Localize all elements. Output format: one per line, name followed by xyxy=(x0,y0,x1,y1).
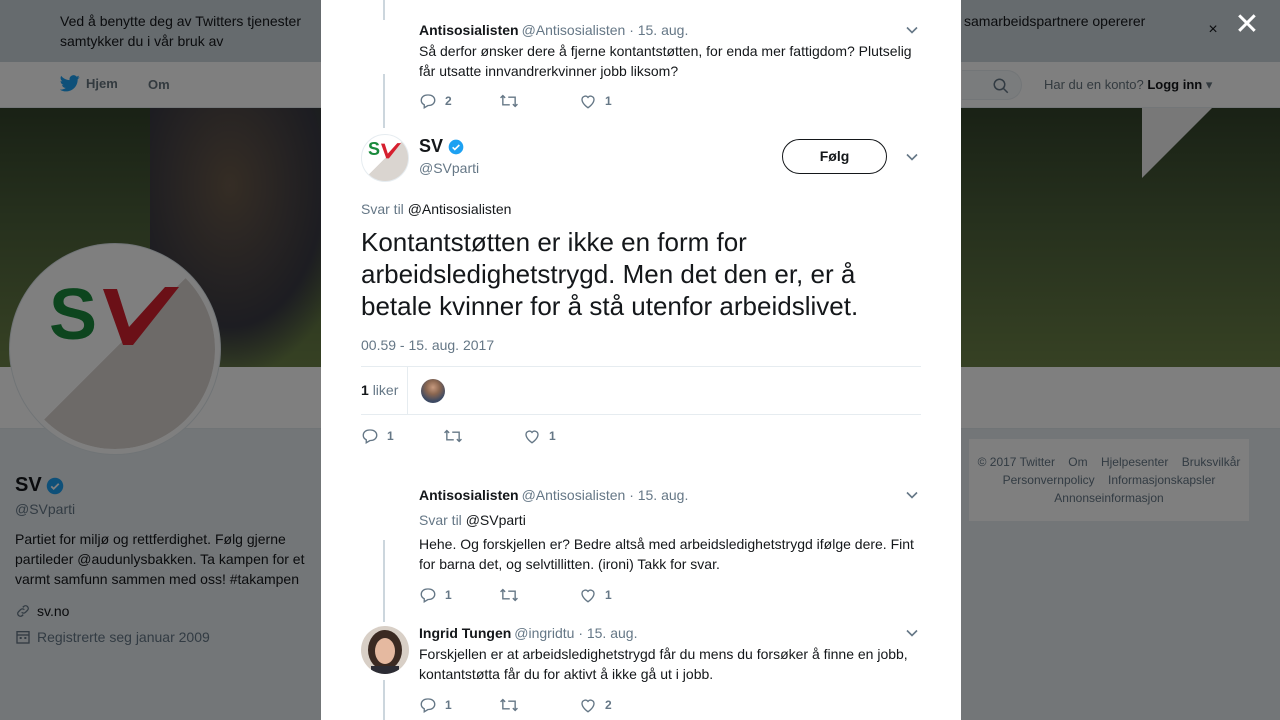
tweet-date[interactable]: · 15. aug. xyxy=(629,487,688,503)
like-icon xyxy=(581,95,595,109)
tweet-author-avatar[interactable] xyxy=(361,626,409,674)
tweet-date[interactable]: · 15. aug. xyxy=(578,625,637,641)
like-button[interactable]: 1 xyxy=(523,427,603,445)
like-icon xyxy=(581,589,595,603)
main-tweet-timestamp[interactable]: 00.59 - 15. aug. 2017 xyxy=(361,337,494,353)
like-button[interactable]: 1 xyxy=(579,586,659,604)
retweet-button[interactable] xyxy=(499,696,579,714)
liker-avatar[interactable] xyxy=(421,379,445,403)
retweet-icon xyxy=(500,698,518,712)
close-icon[interactable]: ✕ xyxy=(1232,10,1262,40)
like-count: 1 xyxy=(605,94,612,108)
likes-stat-count: 1 xyxy=(361,382,369,398)
follow-button[interactable]: Følg xyxy=(782,139,887,174)
retweet-icon xyxy=(500,94,518,108)
main-tweet-text: Kontantstøtten er ikke en form for arbei… xyxy=(361,227,859,321)
avatar-photo xyxy=(361,626,409,674)
thread-line xyxy=(383,540,385,622)
tweet-header: Antisosialisten @Antisosialisten · 15. au… xyxy=(419,22,688,38)
tweet-reply-context: Svar til @SVparti xyxy=(419,512,526,528)
reply-button[interactable]: 1 xyxy=(419,586,499,604)
tweet-header: Antisosialisten @Antisosialisten · 15. au… xyxy=(419,487,688,503)
tweet-author-handle[interactable]: @Antisosialisten xyxy=(522,22,626,38)
like-button[interactable]: 2 xyxy=(579,696,659,714)
tweet-author-name[interactable]: Antisosialisten xyxy=(419,487,519,503)
reply-count: 1 xyxy=(387,429,394,443)
reply-icon xyxy=(420,94,436,109)
main-tweet-author-handle[interactable]: @SVparti xyxy=(419,160,479,176)
reply-button[interactable]: 1 xyxy=(361,427,443,445)
tweet-text: Hehe. Og forskjellen er? Bedre altså med… xyxy=(419,536,914,572)
stats-divider xyxy=(407,367,408,414)
tweet-header: Ingrid Tungen @ingridtu · 15. aug. xyxy=(419,625,637,641)
reply-icon xyxy=(420,698,436,713)
like-count: 1 xyxy=(549,429,556,443)
main-tweet-avatar[interactable]: S xyxy=(361,134,409,182)
main-tweet-author-name[interactable]: SV xyxy=(419,136,464,157)
likes-stat-label: liker xyxy=(372,382,399,398)
reply-count: 1 xyxy=(445,698,452,712)
reply-to-user-link[interactable]: @SVparti xyxy=(466,512,526,528)
retweet-icon xyxy=(500,588,518,602)
verified-icon xyxy=(448,139,464,154)
chevron-down-icon[interactable] xyxy=(905,23,919,37)
reply-count: 1 xyxy=(445,588,452,602)
like-icon xyxy=(581,699,595,713)
likes-stat[interactable]: 1 liker xyxy=(361,382,398,398)
reply-to-user-link[interactable]: @Antisosialisten xyxy=(408,201,512,217)
reply-to-prefix: Svar til xyxy=(361,201,404,217)
main-tweet-author-name-text[interactable]: SV xyxy=(419,136,443,157)
like-icon xyxy=(525,430,539,444)
retweet-icon xyxy=(444,429,462,443)
reply-icon xyxy=(420,588,436,603)
main-tweet-actions: 1 1 xyxy=(361,427,603,445)
tweet-author-handle[interactable]: @Antisosialisten xyxy=(522,487,626,503)
like-count: 2 xyxy=(605,698,612,712)
tweet-permalink-modal: Antisosialisten @Antisosialisten · 15. au… xyxy=(321,0,961,720)
chevron-down-icon[interactable] xyxy=(905,626,919,640)
reply-button[interactable]: 1 xyxy=(419,696,499,714)
retweet-button[interactable] xyxy=(499,92,579,110)
reply-to-prefix: Svar til xyxy=(419,512,462,528)
tweet-text: Så derfor ønsker dere å fjerne kontantst… xyxy=(419,43,912,79)
main-tweet-reply-context: Svar til @Antisosialisten xyxy=(361,201,511,217)
chevron-down-icon[interactable] xyxy=(905,150,919,164)
like-count: 1 xyxy=(605,588,612,602)
chevron-down-icon[interactable] xyxy=(905,488,919,502)
thread-line xyxy=(383,74,385,128)
reply-count: 2 xyxy=(445,94,452,108)
tweet-text: Forskjellen er at arbeidsledighetstrygd … xyxy=(419,646,908,682)
retweet-button[interactable] xyxy=(499,586,579,604)
retweet-button[interactable] xyxy=(443,427,523,445)
main-tweet-stats: 1 liker xyxy=(361,366,921,415)
tweet-author-name[interactable]: Antisosialisten xyxy=(419,22,519,38)
tweet-author-handle[interactable]: @ingridtu xyxy=(514,625,574,641)
tweet-actions: 2 1 xyxy=(419,92,659,110)
reply-button[interactable]: 2 xyxy=(419,92,499,110)
like-button[interactable]: 1 xyxy=(579,92,659,110)
sv-logo-v-icon xyxy=(381,143,401,159)
reply-icon xyxy=(362,429,378,444)
thread-line xyxy=(383,680,385,720)
tweet-date[interactable]: · 15. aug. xyxy=(629,22,688,38)
tweet-author-name[interactable]: Ingrid Tungen xyxy=(419,625,511,641)
sv-logo-s: S xyxy=(368,139,381,159)
thread-line xyxy=(383,0,385,20)
tweet-actions: 1 2 xyxy=(419,696,659,714)
tweet-actions: 1 1 xyxy=(419,586,659,604)
